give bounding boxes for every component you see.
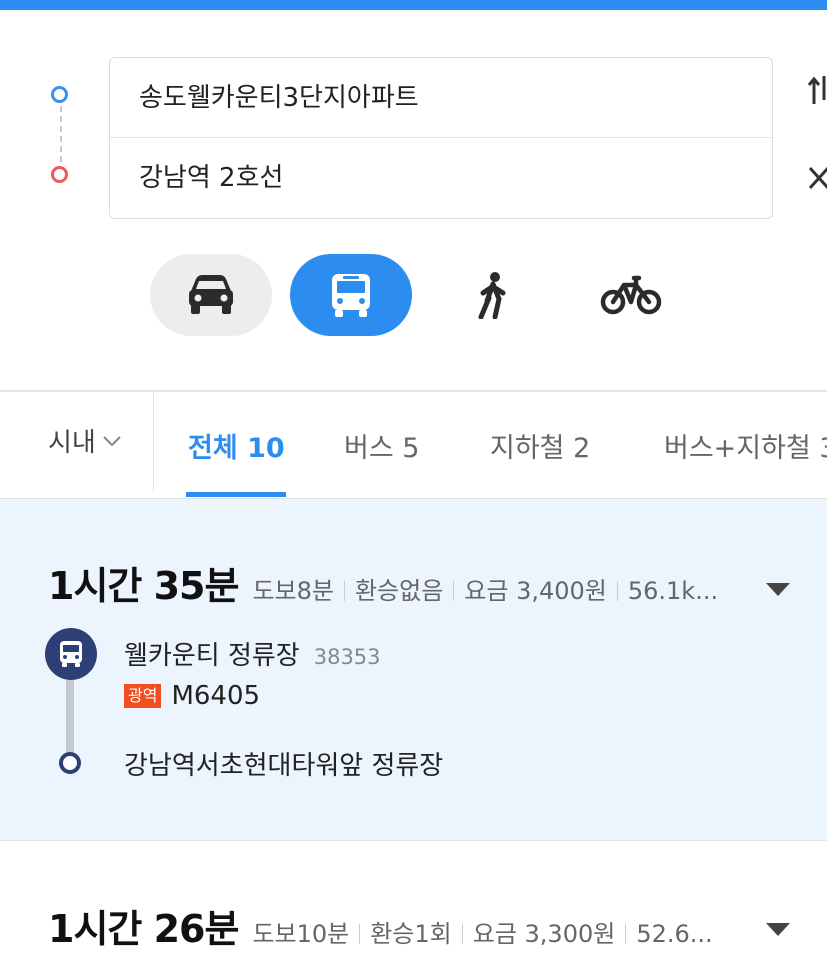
distance: 56.1k... — [627, 577, 719, 605]
tab-subway[interactable]: 지하철 2 — [490, 426, 590, 465]
destination-marker-icon — [51, 166, 68, 183]
fare: 요금 3,300원 — [472, 920, 616, 948]
bus-line: 광역 M6405 — [124, 681, 260, 711]
walk-icon — [478, 272, 506, 319]
result-tabs: 시내 전체 10 버스 5 지하철 2 버스+지하철 3 — [0, 392, 827, 498]
bus-stop-icon — [45, 628, 97, 680]
transfer-count: 환승없음 — [354, 577, 444, 605]
route-summary: 1시간 26분 도보10분 환승1회 요금 3,300원 52.6... — [48, 898, 713, 953]
walk-mode-button[interactable] — [432, 254, 554, 336]
expand-caret-icon[interactable] — [766, 923, 790, 936]
active-tab-indicator — [186, 492, 286, 497]
route-result-card[interactable]: 1시간 26분 도보10분 환승1회 요금 3,300원 52.6... — [0, 841, 827, 977]
route-duration: 1시간 35분 — [48, 564, 239, 608]
chevron-down-icon — [103, 435, 121, 446]
route-meta: 도보10분 환승1회 요금 3,300원 52.6... — [252, 914, 712, 949]
destination-input[interactable]: 강남역 2호선 — [110, 138, 772, 218]
route-result-card[interactable]: 1시간 35분 도보8분 환승없음 요금 3,400원 56.1k... 웰카운티 정… — [0, 499, 827, 841]
route-meta: 도보8분 환승없음 요금 3,400원 56.1k... — [252, 571, 718, 606]
car-mode-button[interactable] — [150, 254, 272, 336]
end-stop-name: 강남역서초현대타워앞 정류장 — [124, 751, 444, 781]
route-segment-line — [66, 680, 74, 754]
origin-marker-icon — [51, 86, 68, 103]
start-stop-id: 38353 — [313, 645, 381, 669]
area-filter-select[interactable]: 시내 — [48, 422, 122, 459]
bus-mode-button[interactable] — [290, 254, 412, 336]
start-stop-name: 웰카운티 정류장 — [124, 641, 300, 671]
tab-bus[interactable]: 버스 5 — [344, 426, 419, 465]
expand-caret-icon[interactable] — [766, 583, 790, 596]
divider — [153, 392, 154, 492]
tab-all[interactable]: 전체 10 — [188, 426, 285, 465]
transfer-count: 환승1회 — [370, 920, 452, 948]
fare: 요금 3,400원 — [464, 577, 607, 605]
car-icon — [189, 275, 233, 314]
start-stop: 웰카운티 정류장 38353 — [124, 635, 381, 672]
top-accent-bar — [0, 0, 827, 10]
walk-time: 도보8분 — [252, 577, 334, 605]
route-input-box: 송도웰카운티3단지아파트 강남역 2호선 — [109, 57, 773, 219]
bus-icon — [332, 274, 370, 317]
bicycle-mode-button[interactable] — [570, 254, 692, 336]
swap-arrows-icon[interactable] — [806, 70, 827, 110]
route-duration: 1시간 26분 — [48, 907, 239, 951]
close-icon[interactable] — [806, 162, 827, 194]
route-connector — [60, 106, 62, 162]
walk-time: 도보10분 — [252, 920, 350, 948]
bus-number: M6405 — [171, 681, 261, 711]
end-stop-marker-icon — [59, 752, 81, 774]
distance: 52.6... — [636, 920, 713, 948]
origin-input[interactable]: 송도웰카운티3단지아파트 — [110, 58, 772, 138]
route-summary: 1시간 35분 도보8분 환승없음 요금 3,400원 56.1k... — [48, 555, 718, 610]
area-filter-label: 시내 — [48, 428, 96, 458]
bus-type-badge: 광역 — [124, 684, 162, 708]
tab-bus-subway[interactable]: 버스+지하철 3 — [664, 426, 827, 465]
bicycle-icon — [600, 275, 662, 315]
